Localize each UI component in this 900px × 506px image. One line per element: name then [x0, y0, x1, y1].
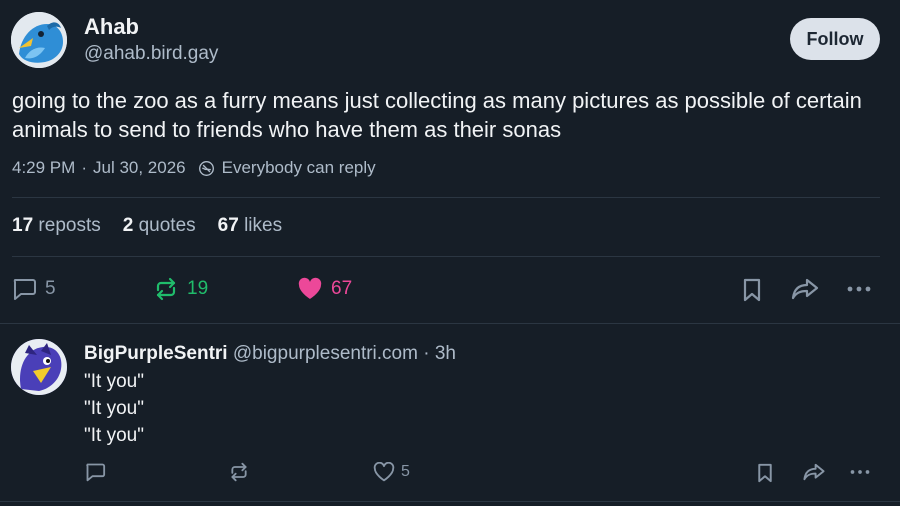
reply-text-line: "It you" [84, 371, 144, 392]
reply-header: BigPurpleSentri @bigpurplesentri.com · 3… [84, 343, 456, 365]
reply-reply-button[interactable] [84, 462, 106, 482]
share-icon [803, 463, 825, 481]
bookmark-icon [743, 278, 761, 302]
reply-separator: · [423, 343, 430, 364]
post-meta: 4:29 PM · Jul 30, 2026 Everybody can rep… [12, 158, 376, 178]
bookmark-icon [758, 463, 772, 483]
bookmark-button[interactable] [741, 277, 763, 303]
meta-separator: · [81, 158, 87, 177]
author-handle[interactable]: @ahab.bird.gay [84, 43, 218, 65]
reply-like-button[interactable]: 5 [373, 462, 410, 482]
heart-icon [373, 462, 395, 482]
reposts-label: reposts [38, 215, 101, 236]
reply-setting[interactable]: Everybody can reply [222, 158, 376, 178]
repost-button[interactable]: 19 [153, 277, 208, 301]
post-text: going to the zoo as a furry means just c… [12, 88, 862, 142]
reply-actions: 5 [0, 460, 900, 486]
reply-text-line: "It you" [84, 425, 144, 446]
reposts-count: 17 [12, 215, 34, 236]
share-button[interactable] [790, 277, 820, 301]
repost-icon [231, 462, 247, 482]
author-name[interactable]: Ahab [84, 14, 139, 40]
reposts-stat[interactable]: 17 reposts [12, 215, 101, 237]
likes-count: 67 [217, 215, 239, 236]
quotes-stat[interactable]: 2 quotes [123, 215, 196, 237]
reply-text-line: "It you" [84, 398, 144, 419]
author-avatar[interactable] [11, 12, 67, 68]
post-stats: 17 reposts 2 quotes 67 likes [12, 215, 304, 237]
reply-post: BigPurpleSentri @bigpurplesentri.com · 3… [0, 324, 900, 506]
reply-author-name[interactable]: BigPurpleSentri [84, 343, 228, 364]
reply-author-handle[interactable]: @bigpurplesentri.com [233, 343, 418, 364]
reply-like-count: 5 [401, 463, 410, 480]
quotes-label: quotes [138, 215, 196, 236]
more-icon [847, 286, 871, 292]
divider [12, 197, 880, 198]
post-time: 4:29 PM [12, 158, 76, 177]
quotes-count: 2 [122, 215, 134, 236]
repost-count: 19 [187, 278, 209, 299]
main-post: Ahab @ahab.bird.gay Follow going to the … [0, 0, 900, 323]
more-icon [850, 470, 870, 474]
reply-count: 5 [45, 278, 56, 299]
reply-author-avatar[interactable] [11, 339, 67, 395]
divider [12, 256, 880, 257]
reply-more-button[interactable] [848, 462, 872, 482]
reply-icon [86, 463, 106, 482]
reply-age: 3h [434, 343, 456, 364]
likes-label: likes [244, 215, 283, 236]
like-count: 67 [331, 278, 353, 299]
reply-bookmark-button[interactable] [756, 462, 774, 484]
reply-share-button[interactable] [802, 462, 826, 482]
more-options-button[interactable] [845, 277, 873, 301]
reply-button[interactable]: 5 [11, 277, 56, 301]
reply-repost-button[interactable] [228, 462, 250, 482]
likes-stat[interactable]: 67 likes [218, 215, 282, 237]
follow-button[interactable]: Follow [790, 18, 880, 60]
divider [0, 501, 900, 502]
post-actions: 5 19 67 [0, 273, 900, 305]
like-button[interactable]: 67 [297, 277, 352, 301]
share-icon [791, 278, 819, 300]
post-date: Jul 30, 2026 [92, 158, 186, 177]
globe-icon [198, 160, 215, 177]
